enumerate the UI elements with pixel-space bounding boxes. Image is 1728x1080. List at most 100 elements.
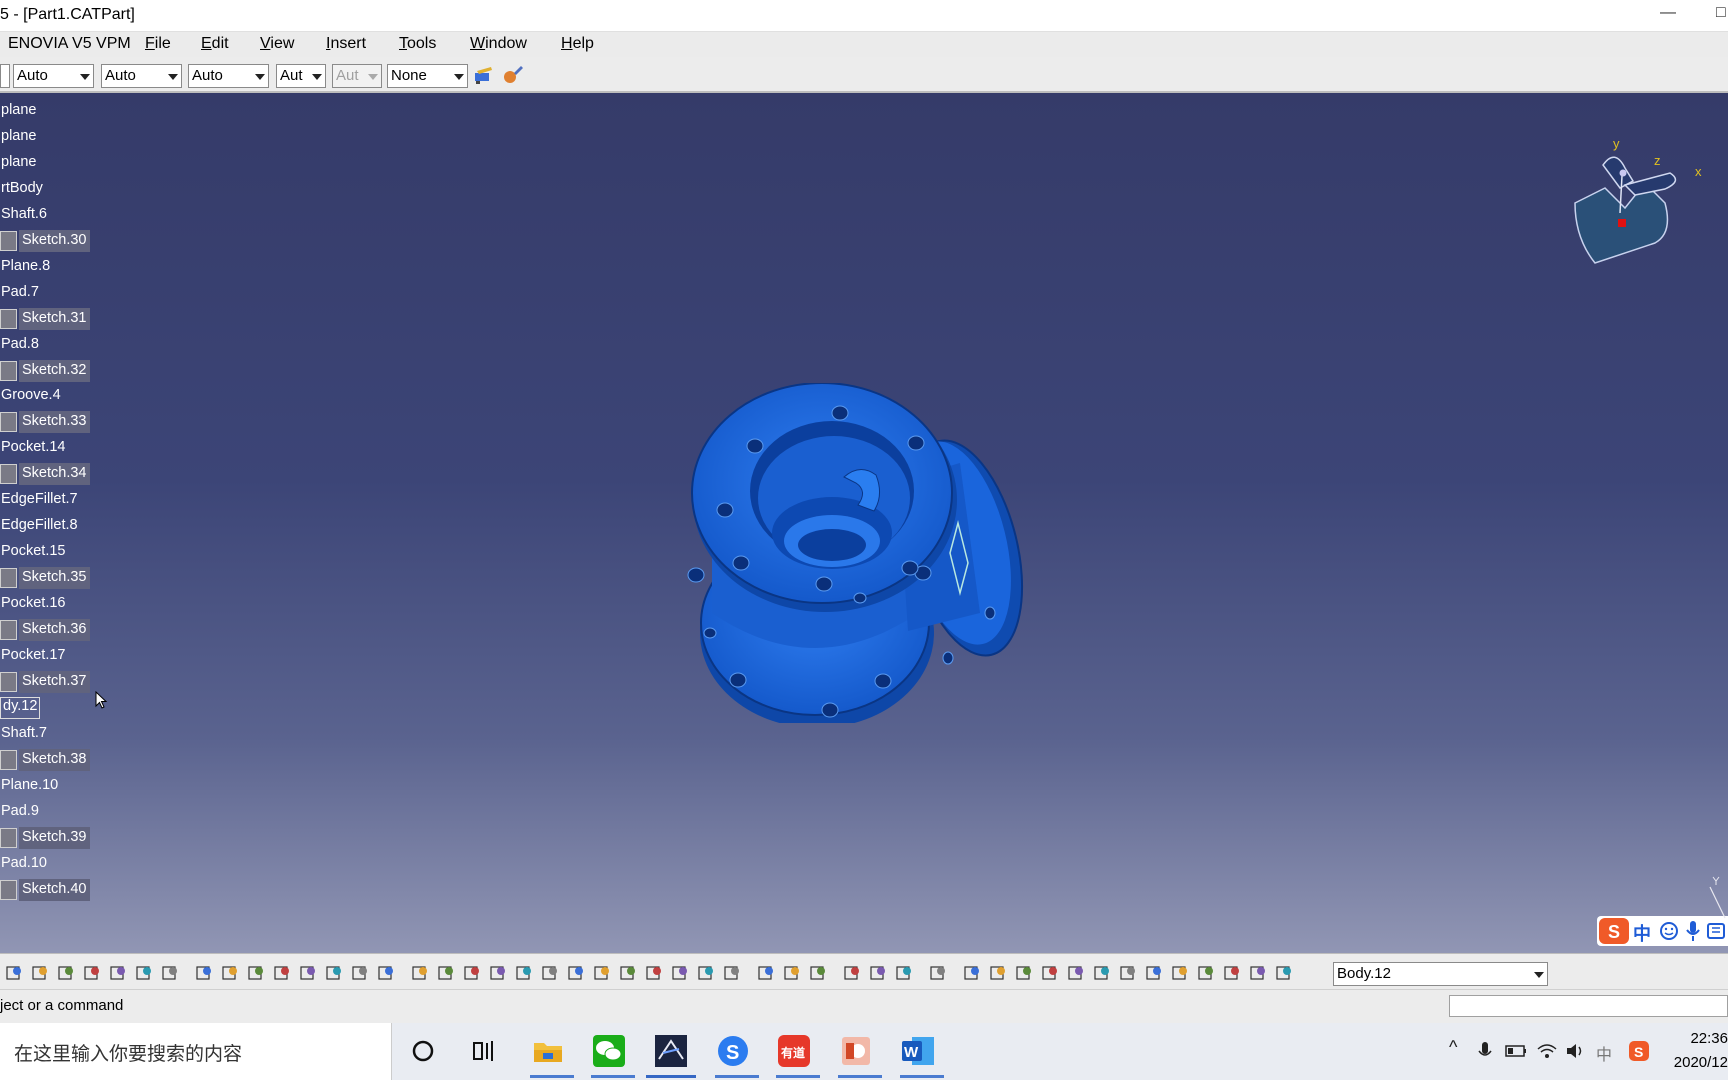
tree-node[interactable]: Sketch.40 [0, 878, 90, 901]
undo-icon[interactable] [108, 963, 128, 983]
combo-edge[interactable] [0, 64, 10, 88]
task-view-icon[interactable] [466, 1033, 502, 1069]
current-body-combo[interactable]: Body.12 [1333, 962, 1548, 986]
tree-node[interactable]: Sketch.38 [0, 748, 90, 771]
fit-all-icon[interactable] [410, 963, 430, 983]
powerpoint-icon[interactable] [838, 1033, 874, 1069]
hierarchy-icon[interactable] [350, 963, 370, 983]
tree-node[interactable]: Plane.8 [0, 256, 52, 278]
command-input[interactable] [1449, 995, 1728, 1017]
rotate-icon[interactable] [462, 963, 482, 983]
ime-mode-indicator[interactable]: 中 [1633, 920, 1651, 946]
swap-icon[interactable] [670, 963, 690, 983]
menu-tools[interactable]: Tools [399, 35, 436, 53]
tree-node[interactable]: Pocket.15 [0, 541, 68, 563]
workbench-icon[interactable] [1274, 963, 1294, 983]
menu-insert[interactable]: Insert [326, 35, 366, 53]
lock-icon[interactable] [324, 963, 344, 983]
fly-icon[interactable] [376, 963, 396, 983]
axis-icon[interactable] [1014, 963, 1034, 983]
body-icon[interactable] [1144, 963, 1164, 983]
sogou-browser-icon[interactable]: S [715, 1033, 751, 1069]
cut-icon[interactable] [30, 963, 50, 983]
tree-node[interactable]: Pad.8 [0, 334, 41, 356]
copy-icon[interactable] [56, 963, 76, 983]
cogs-icon[interactable] [756, 963, 776, 983]
tree-node[interactable]: Sketch.32 [0, 359, 90, 382]
compass-icon[interactable]: y z x [1565, 133, 1705, 283]
fillet-icon[interactable] [782, 963, 802, 983]
sketch-tools-icon[interactable] [1170, 963, 1190, 983]
snap-icon[interactable] [722, 963, 742, 983]
menu-enovia[interactable]: ENOVIA V5 VPM [8, 35, 131, 53]
analysis-icon[interactable] [696, 963, 716, 983]
refresh-icon[interactable] [962, 963, 982, 983]
tree-node[interactable]: plane [0, 126, 38, 148]
system-clock[interactable]: 22:36 2020/12 [1674, 1027, 1728, 1075]
menu-edit[interactable]: Edit [201, 35, 229, 53]
profile-icon[interactable] [1196, 963, 1216, 983]
file-explorer-icon[interactable] [530, 1033, 566, 1069]
catia-icon[interactable] [653, 1033, 689, 1069]
sogou-ime-icon[interactable]: S [1599, 918, 1629, 944]
layer-combo[interactable]: None [387, 64, 468, 88]
tree-node[interactable]: Plane.10 [0, 775, 60, 797]
tree-node[interactable]: plane [0, 100, 38, 122]
wifi-icon[interactable] [1536, 1041, 1558, 1061]
tree-node[interactable]: Pad.7 [0, 282, 41, 304]
tree-node[interactable]: Sketch.33 [0, 411, 90, 434]
3d-viewport[interactable]: plane plane plane rtBody Shaft.6 Sketch.30 Pla… [0, 93, 1728, 953]
inertia-icon[interactable] [894, 963, 914, 983]
tree-node[interactable]: Pocket.17 [0, 645, 68, 667]
tree-node[interactable]: Sketch.31 [0, 307, 90, 330]
emoji-icon[interactable] [1659, 921, 1679, 941]
print-icon[interactable] [4, 963, 24, 983]
cortana-icon[interactable] [405, 1033, 441, 1069]
tree-node[interactable]: Sketch.36 [0, 619, 90, 641]
menu-window[interactable]: Window [470, 35, 527, 53]
taskbar-search-box[interactable]: 在这里输入你要搜索的内容 [0, 1023, 392, 1080]
tree-node[interactable]: Shaft.7 [0, 723, 49, 745]
table-icon[interactable] [272, 963, 292, 983]
color-combo[interactable]: Auto [13, 64, 94, 88]
camera-icon[interactable] [928, 963, 948, 983]
zoom-out-icon[interactable] [514, 963, 534, 983]
tree-node[interactable]: Pad.9 [0, 801, 41, 823]
tree-node[interactable]: Sketch.34 [0, 463, 90, 486]
tree-node[interactable]: EdgeFillet.8 [0, 515, 80, 537]
hide-show-icon[interactable] [644, 963, 664, 983]
shading-icon[interactable] [618, 963, 638, 983]
tree-node[interactable]: plane [0, 152, 38, 174]
update-icon[interactable] [808, 963, 828, 983]
pan-icon[interactable] [436, 963, 456, 983]
tree-node[interactable]: Sketch.39 [0, 826, 90, 849]
measure-icon[interactable] [842, 963, 862, 983]
paste-icon[interactable] [82, 963, 102, 983]
hand-icon[interactable] [988, 963, 1008, 983]
transparency-combo[interactable]: Auto [101, 64, 182, 88]
wechat-icon[interactable] [591, 1033, 627, 1069]
iso-view-icon[interactable] [592, 963, 612, 983]
input-language-indicator[interactable]: 中 [1596, 1041, 1612, 1065]
tree-node[interactable]: Pad.10 [0, 853, 49, 875]
tree-node[interactable]: Pocket.16 [0, 593, 68, 615]
redo-icon[interactable] [134, 963, 154, 983]
tree-node[interactable]: EdgeFillet.7 [0, 489, 80, 511]
tree-node[interactable]: Pocket.14 [0, 437, 68, 459]
restore-button[interactable]: □ [1716, 4, 1726, 22]
menu-view[interactable]: View [260, 35, 294, 53]
tree-node[interactable]: Groove.4 [0, 385, 63, 407]
tray-chevron-icon[interactable]: ^ [1449, 1037, 1457, 1058]
tree-node[interactable]: Sketch.35 [0, 567, 90, 590]
youdao-icon[interactable]: 有道 [776, 1033, 812, 1069]
tray-microphone-icon[interactable] [1478, 1041, 1492, 1063]
line-thickness-combo[interactable]: Auto [188, 64, 269, 88]
levels-icon[interactable] [1118, 963, 1138, 983]
keyboard-icon[interactable] [1707, 922, 1725, 940]
constraint-icon[interactable] [1222, 963, 1242, 983]
knowledge-icon[interactable] [298, 963, 318, 983]
apply-material-icon[interactable] [502, 65, 524, 85]
whats-this-icon[interactable] [160, 963, 180, 983]
microphone-icon[interactable] [1685, 920, 1701, 942]
comment-icon[interactable] [220, 963, 240, 983]
